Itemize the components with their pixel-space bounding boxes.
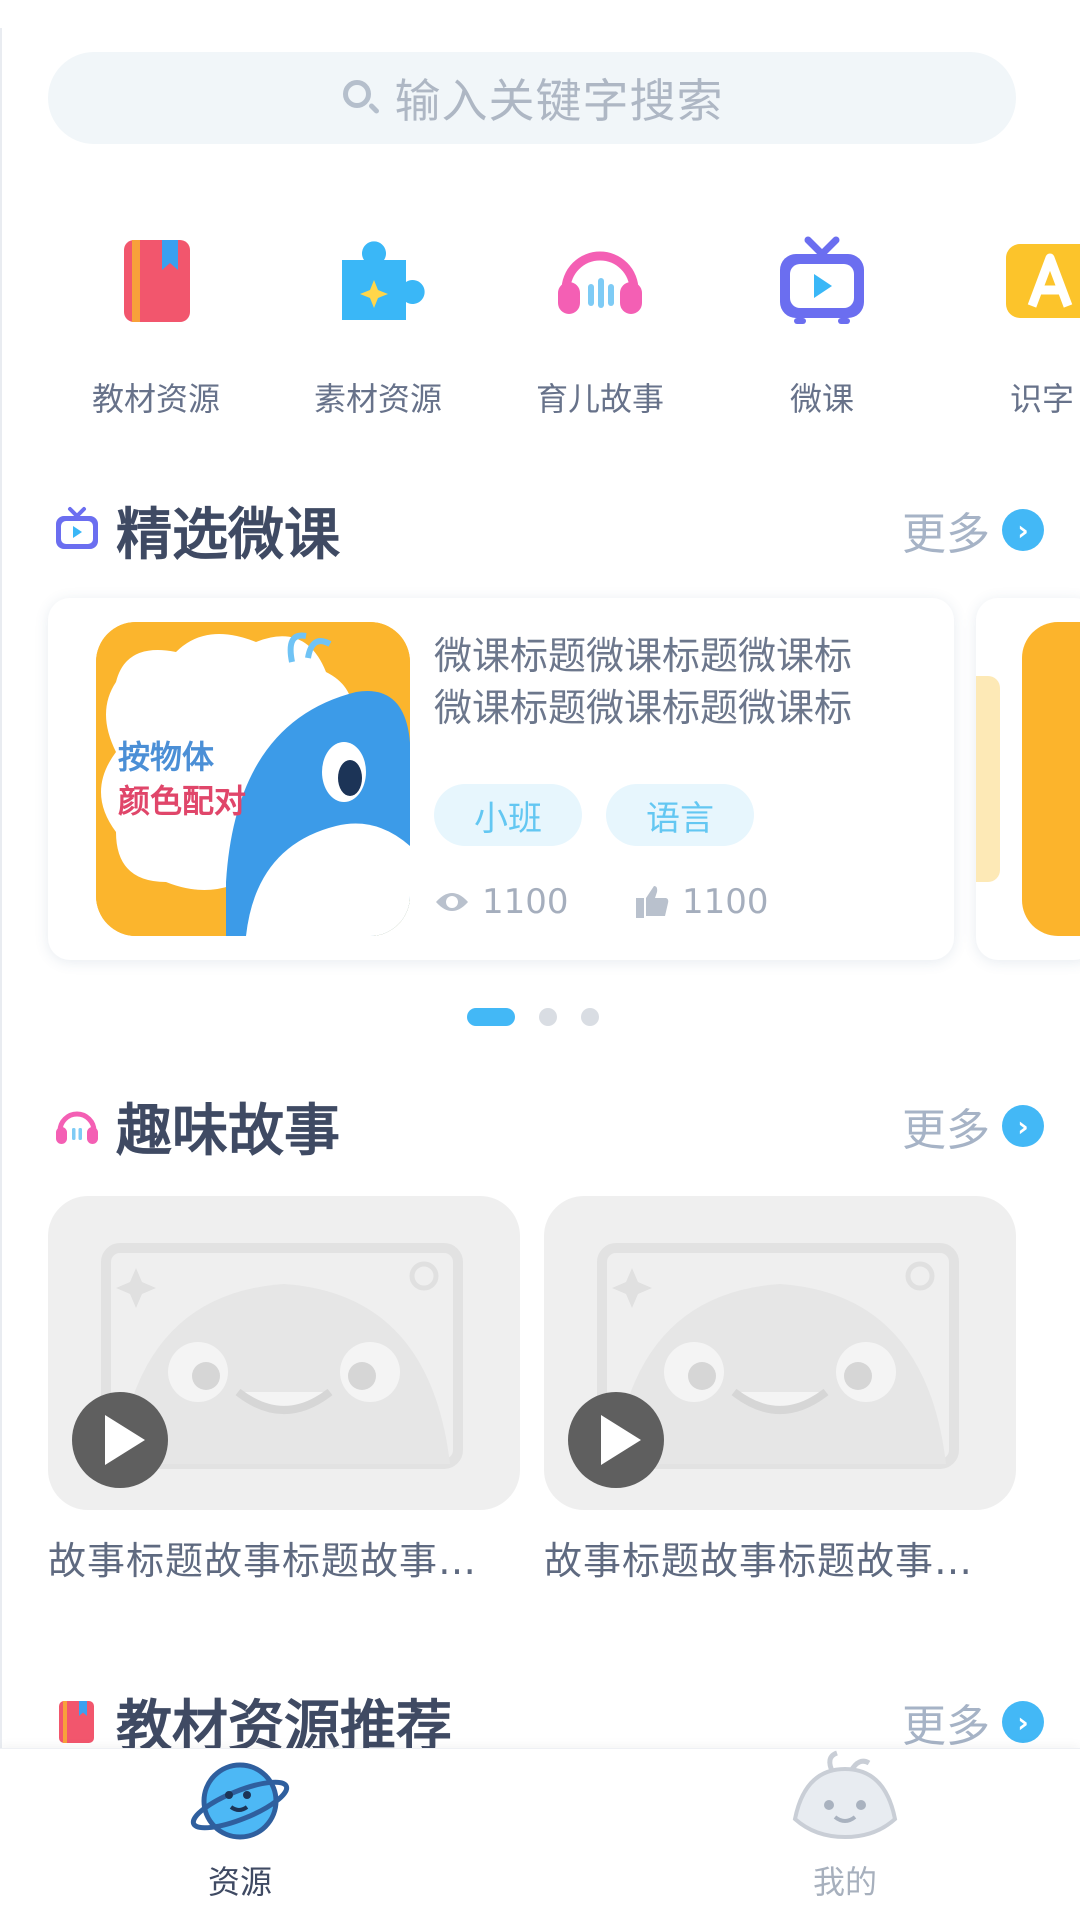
tag-class-level: 小班 xyxy=(434,784,582,846)
lesson-title-line1: 微课标题微课标题微课标 xyxy=(434,634,853,678)
category-textbook[interactable]: 教材资源 xyxy=(56,230,256,420)
like-count-value: 1100 xyxy=(682,882,769,922)
fun-stories-header: 趣味故事 更多 › xyxy=(52,1086,1044,1166)
category-label: 素材资源 xyxy=(313,380,442,418)
tab-label: 我的 xyxy=(812,1863,877,1901)
lesson-title[interactable]: 微课标题微课标题微课标 微课标题微课标题微课标 xyxy=(434,630,914,734)
headphones-icon xyxy=(550,230,650,330)
chevron-right-icon: › xyxy=(1002,1105,1044,1147)
left-edge-divider xyxy=(0,28,2,1768)
thumbs-up-icon xyxy=(634,884,670,920)
like-count: 1100 xyxy=(634,882,769,922)
chevron-right-icon: › xyxy=(1002,509,1044,551)
search-placeholder: 输入关键字搜索 xyxy=(394,74,724,128)
category-parenting-story[interactable]: 育儿故事 xyxy=(500,230,700,420)
story-card[interactable]: 故事标题故事标题故事… xyxy=(544,1196,1016,1585)
more-label: 更多 xyxy=(902,1701,990,1752)
view-count-value: 1100 xyxy=(482,882,569,922)
section-title: 趣味故事 xyxy=(116,1098,340,1164)
search-input[interactable]: 输入关键字搜索 xyxy=(48,52,1016,144)
puzzle-icon xyxy=(328,230,428,330)
book-icon xyxy=(52,1697,102,1747)
thumbnail-caption-line2: 颜色配对 xyxy=(118,782,246,820)
section-title: 精选微课 xyxy=(116,502,340,568)
play-icon[interactable] xyxy=(72,1392,168,1488)
category-label: 识字 xyxy=(1010,380,1075,418)
search-icon xyxy=(341,78,381,118)
story-thumbnail-placeholder[interactable] xyxy=(48,1196,520,1510)
more-label: 更多 xyxy=(902,509,990,560)
bottom-tab-bar: 资源 我的 xyxy=(0,1748,1080,1920)
carousel-dot[interactable] xyxy=(539,1008,557,1026)
featured-lessons-header: 精选微课 更多 › xyxy=(52,490,1044,570)
lesson-title-line2: 微课标题微课标题微课标 xyxy=(434,686,853,730)
planet-icon xyxy=(190,1762,290,1840)
tab-mine[interactable]: 我的 xyxy=(745,1749,945,1903)
category-label: 育儿故事 xyxy=(535,380,664,418)
category-literacy[interactable]: 识字 xyxy=(944,230,1080,420)
carousel-indicator xyxy=(467,1008,599,1026)
lesson-thumbnail[interactable]: 按物体 颜色配对 xyxy=(96,622,410,936)
carousel-dot-active[interactable] xyxy=(467,1008,515,1026)
category-label: 教材资源 xyxy=(91,380,220,418)
headphones-icon xyxy=(52,1101,102,1151)
story-card[interactable]: 故事标题故事标题故事… xyxy=(48,1196,520,1585)
eye-icon xyxy=(434,884,470,920)
more-link[interactable]: 更多 › xyxy=(902,1690,1044,1754)
chevron-right-icon: › xyxy=(1002,1701,1044,1743)
tab-resources[interactable]: 资源 xyxy=(140,1749,340,1903)
category-micro-lesson[interactable]: 微课 xyxy=(722,230,922,420)
tag-subject: 语言 xyxy=(606,784,754,846)
story-title[interactable]: 故事标题故事标题故事… xyxy=(48,1530,520,1585)
category-label: 微课 xyxy=(789,380,854,418)
tv-icon xyxy=(52,505,102,555)
story-thumbnail-placeholder[interactable] xyxy=(544,1196,1016,1510)
whale-icon xyxy=(792,1750,898,1840)
story-title[interactable]: 故事标题故事标题故事… xyxy=(544,1530,1016,1585)
letter-a-icon xyxy=(1002,230,1080,330)
tab-label: 资源 xyxy=(207,1863,272,1901)
play-icon[interactable] xyxy=(568,1392,664,1488)
more-link[interactable]: 更多 › xyxy=(902,498,1044,562)
carousel-dot[interactable] xyxy=(581,1008,599,1026)
more-label: 更多 xyxy=(902,1105,990,1156)
more-link[interactable]: 更多 › xyxy=(902,1094,1044,1158)
thumbnail-caption-line1: 按物体 xyxy=(118,738,214,776)
tv-icon xyxy=(772,230,872,330)
view-count: 1100 xyxy=(434,882,569,922)
next-card-peek[interactable] xyxy=(976,598,1080,960)
book-icon xyxy=(106,230,206,330)
category-material[interactable]: 素材资源 xyxy=(278,230,478,420)
